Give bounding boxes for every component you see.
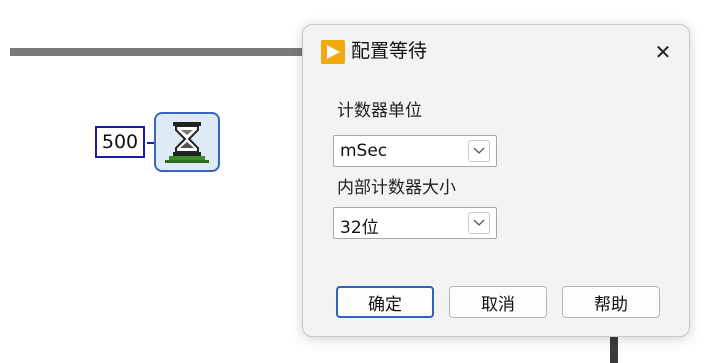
internal-counter-size-select[interactable]: 32位 [333, 207, 497, 239]
close-glyph: ✕ [654, 40, 672, 64]
counter-unit-select[interactable]: mSec [333, 135, 497, 167]
counter-unit-value: mSec [340, 141, 388, 161]
diagram-wire[interactable] [10, 48, 306, 56]
wait-node[interactable] [154, 112, 220, 172]
configure-wait-dialog: 配置等待 ✕ 计数器单位 mSec 内部计数器大小 32位 确定 取消 帮助 [302, 24, 690, 337]
hourglass-icon [165, 122, 209, 163]
counter-unit-label: 计数器单位 [337, 101, 422, 121]
help-button[interactable]: 帮助 [562, 286, 660, 318]
internal-counter-size-value: 32位 [340, 218, 379, 238]
labview-vi-icon [321, 40, 345, 64]
chevron-down-icon[interactable] [468, 140, 490, 162]
numeric-constant[interactable]: 500 [95, 126, 145, 158]
dialog-title: 配置等待 [351, 40, 428, 62]
chevron-down-icon[interactable] [468, 212, 490, 234]
numeric-constant-value: 500 [101, 131, 139, 153]
diagram-wire-vertical[interactable] [610, 334, 618, 363]
ok-button[interactable]: 确定 [336, 286, 434, 318]
cancel-button[interactable]: 取消 [449, 286, 547, 318]
close-icon[interactable]: ✕ [648, 37, 678, 67]
internal-counter-size-label: 内部计数器大小 [337, 178, 456, 198]
